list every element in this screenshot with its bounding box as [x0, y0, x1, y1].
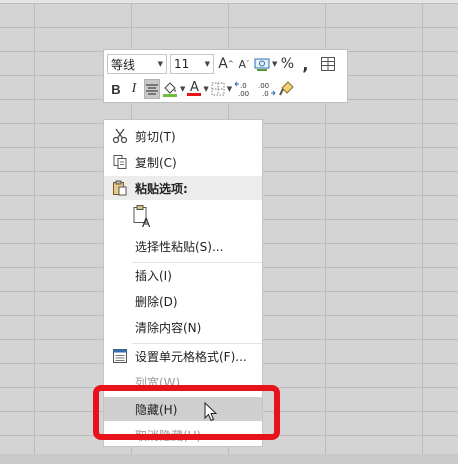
menu-item-paste-special[interactable]: 选择性粘贴(S)... [104, 234, 262, 258]
decrease-decimal-button[interactable]: .00 .0 [256, 79, 276, 99]
menu-item-delete[interactable]: 删除(D) [104, 289, 262, 313]
menu-header-paste-options: 粘贴选项: [104, 176, 262, 200]
blank-icon [109, 235, 131, 257]
italic-button[interactable]: I [126, 79, 142, 99]
chevron-down-icon: ▼ [226, 85, 233, 93]
menu-item-format-cells[interactable]: 设置单元格格式(F)... [104, 344, 262, 368]
menu-item-label: 删除(D) [135, 294, 178, 309]
font-size-value: 11 [174, 57, 190, 71]
percent-style-button[interactable]: % [279, 54, 295, 74]
decrease-decimal-icon: .00 .0 [258, 82, 276, 97]
italic-icon: I [131, 81, 137, 96]
blank-icon [109, 290, 131, 312]
chevron-down-icon: ▼ [180, 85, 186, 93]
chevron-down-icon: ▼ [203, 85, 209, 93]
increase-decimal-icon: .0 .00 [234, 81, 249, 97]
scissors-icon [109, 125, 131, 147]
menu-item-insert[interactable]: 插入(I) [104, 263, 262, 287]
borders-icon [211, 82, 225, 96]
chevron-down-icon: ▼ [272, 60, 278, 68]
paste-option-button[interactable]: A [132, 204, 154, 230]
svg-text:.0: .0 [240, 82, 247, 90]
svg-text:.0: .0 [262, 90, 269, 97]
table-format-icon [321, 57, 336, 71]
column-header-strip [0, 0, 458, 3]
font-name-value: 等线 [111, 57, 136, 72]
menu-item-cut[interactable]: 剪切(T) [104, 124, 262, 148]
font-size-combo[interactable]: 11 ▼ [170, 54, 214, 74]
increase-font-icon: A [218, 56, 228, 72]
highlight-annotation [93, 385, 280, 440]
blank-icon [109, 316, 131, 338]
borders-button[interactable]: ▼ [211, 79, 232, 99]
font-name-combo[interactable]: 等线 ▼ [107, 54, 167, 74]
mini-toolbar-row-1: 等线 ▼ 11 ▼ A ^ Aˇ ▼ % , [107, 53, 337, 75]
align-center-icon [146, 84, 158, 95]
menu-item-label: 设置单元格格式(F)... [135, 349, 247, 364]
paint-bucket-icon [163, 82, 177, 97]
menu-item-label: 清除内容(N) [135, 320, 202, 335]
font-color-button[interactable]: A ▼ [187, 79, 209, 99]
increase-font-size-button[interactable]: A ^ [218, 54, 234, 74]
menu-item-label: 复制(C) [135, 155, 177, 170]
chevron-down-icon: ▼ [204, 60, 210, 68]
sheet-bottom-bar [0, 454, 458, 464]
menu-item-copy[interactable]: 复制(C) [104, 150, 262, 174]
fill-color-button[interactable]: ▼ [162, 79, 185, 99]
decrease-font-icon: A [238, 57, 247, 71]
decrease-font-size-button[interactable]: Aˇ [236, 54, 252, 74]
accounting-format-button[interactable]: ▼ [254, 54, 277, 74]
svg-text:.00: .00 [258, 82, 269, 90]
format-cells-icon [109, 345, 131, 367]
mini-toolbar: 等线 ▼ 11 ▼ A ^ Aˇ ▼ % , B I ▼ A ▼ ▼ .0 .0… [103, 49, 348, 103]
increase-decimal-button[interactable]: .0 .00 [234, 79, 254, 99]
menu-item-label: 剪切(T) [135, 129, 176, 144]
paste-values-icon: A [133, 205, 151, 230]
bold-button[interactable]: B [108, 79, 124, 99]
mouse-pointer-icon [204, 402, 218, 422]
blank-icon [109, 264, 131, 286]
menu-item-clear-contents[interactable]: 清除内容(N) [104, 315, 262, 339]
comma-style-button[interactable]: , [297, 54, 313, 74]
mini-toolbar-row-2: B I ▼ A ▼ ▼ .0 .00 .00 .0 [107, 78, 295, 100]
copy-icon [109, 151, 131, 173]
percent-icon: % [280, 56, 295, 72]
paste-icon [109, 177, 131, 199]
svg-text:.00: .00 [238, 90, 249, 97]
menu-item-label: 插入(I) [135, 268, 172, 283]
format-painter-icon [279, 81, 294, 96]
center-align-button[interactable] [144, 79, 160, 99]
bold-icon: B [111, 81, 121, 97]
menu-item-label: 粘贴选项: [135, 181, 188, 196]
svg-text:A: A [142, 216, 151, 230]
comma-icon: , [302, 54, 309, 74]
font-color-icon: A [189, 80, 199, 95]
format-table-button[interactable] [320, 54, 336, 74]
chevron-down-icon: ▼ [157, 60, 163, 68]
accounting-format-icon [254, 58, 270, 71]
format-painter-button[interactable] [278, 79, 294, 99]
menu-item-label: 选择性粘贴(S)... [135, 239, 224, 254]
